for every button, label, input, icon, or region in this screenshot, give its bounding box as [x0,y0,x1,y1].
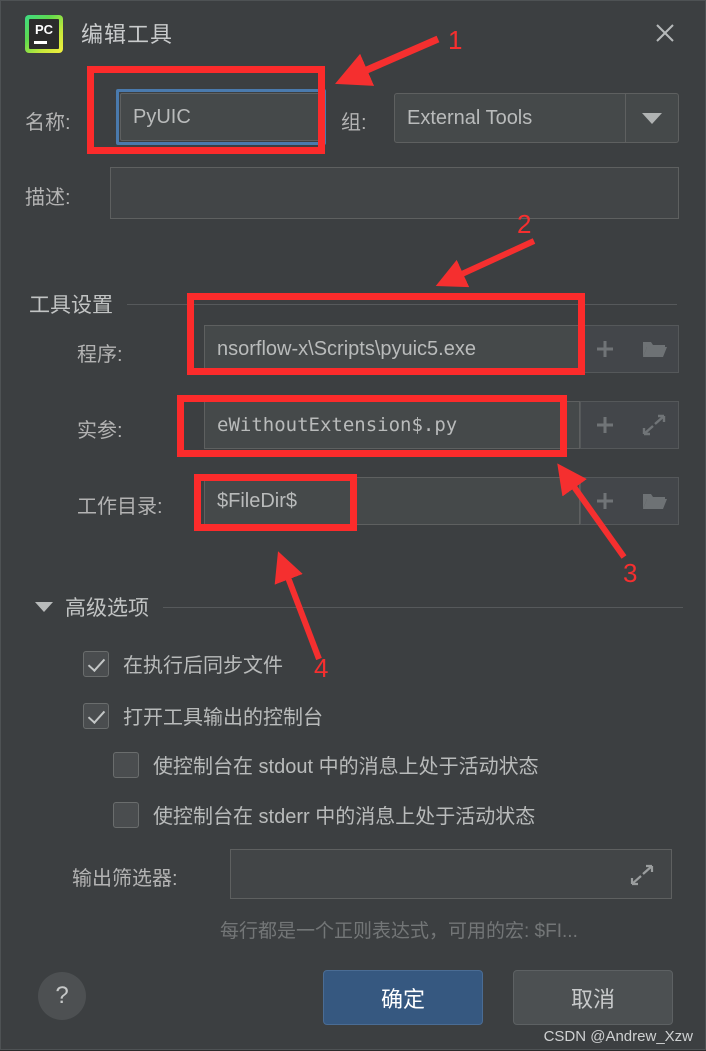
arguments-input[interactable]: eWithoutExtension$.py [204,401,580,449]
folder-icon[interactable] [632,478,676,524]
folder-icon[interactable] [632,326,676,372]
expand-icon[interactable] [632,402,676,448]
workdir-input[interactable]: $FileDir$ [204,477,580,525]
pycharm-icon: PC [25,15,63,53]
chevron-down-icon[interactable] [35,602,53,612]
checkbox-label: 使控制台在 stdout 中的消息上处于活动状态 [153,756,539,778]
arguments-label: 实参: [77,420,123,442]
checkbox-open-console[interactable]: 打开工具输出的控制台 [83,701,323,730]
checkbox-box[interactable] [113,801,139,828]
expand-icon[interactable] [630,863,654,887]
advanced-section-header[interactable]: 高级选项 [35,592,683,622]
output-filter-label: 输出筛选器: [72,868,178,890]
description-label: 描述: [25,187,71,209]
arguments-buttons [580,401,679,449]
pycharm-icon-label: PC [34,22,54,37]
program-buttons [580,325,679,373]
checkbox-label: 在执行后同步文件 [123,655,283,677]
annotation-number-3: 3 [623,558,638,588]
checkbox-box[interactable] [113,751,139,778]
chevron-down-icon[interactable] [625,94,678,142]
group-select-value: External Tools [407,106,533,129]
group-label: 组: [341,112,367,134]
checkbox-box[interactable] [83,702,109,729]
tool-settings-section-header: 工具设置 [29,289,677,319]
description-input[interactable] [110,167,679,219]
checkbox-label: 打开工具输出的控制台 [123,707,323,729]
workdir-label: 工作目录: [77,496,163,518]
checkbox-label: 使控制台在 stderr 中的消息上处于活动状态 [153,806,536,828]
output-filter-input[interactable] [230,849,672,899]
help-button[interactable]: ? [38,972,86,1020]
plus-icon[interactable] [583,478,627,524]
section-divider [127,303,677,305]
advanced-section-label: 高级选项 [65,597,149,620]
checkbox-sync-files[interactable]: 在执行后同步文件 [83,649,283,678]
output-filter-hint: 每行都是一个正则表达式，可用的宏: $FI... [220,921,578,942]
checkbox-stdout-active[interactable]: 使控制台在 stdout 中的消息上处于活动状态 [113,750,539,779]
group-select[interactable]: External Tools [394,93,679,143]
dialog-title: 编辑工具 [81,22,174,47]
checkbox-stderr-active[interactable]: 使控制台在 stderr 中的消息上处于活动状态 [113,800,535,829]
edit-tool-dialog: PC 编辑工具 名称: PyUIC 组: External Tools 描述: … [0,0,706,1050]
program-label: 程序: [77,344,123,366]
title-bar: PC 编辑工具 [1,1,706,63]
watermark: CSDN @Andrew_Xzw [543,1028,693,1045]
section-divider [163,606,683,608]
workdir-buttons [580,477,679,525]
ok-button[interactable]: 确定 [323,970,483,1025]
plus-icon[interactable] [583,326,627,372]
name-label: 名称: [25,112,71,134]
tool-settings-section-label: 工具设置 [29,294,113,317]
checkbox-box[interactable] [83,650,109,677]
plus-icon[interactable] [583,402,627,448]
name-input[interactable]: PyUIC [120,93,322,141]
cancel-button[interactable]: 取消 [513,970,673,1025]
close-icon[interactable] [651,19,679,47]
annotation-number-4: 4 [314,653,329,683]
program-input[interactable]: nsorflow-x\Scripts\pyuic5.exe [204,325,580,373]
pycharm-icon-bar [34,41,47,44]
